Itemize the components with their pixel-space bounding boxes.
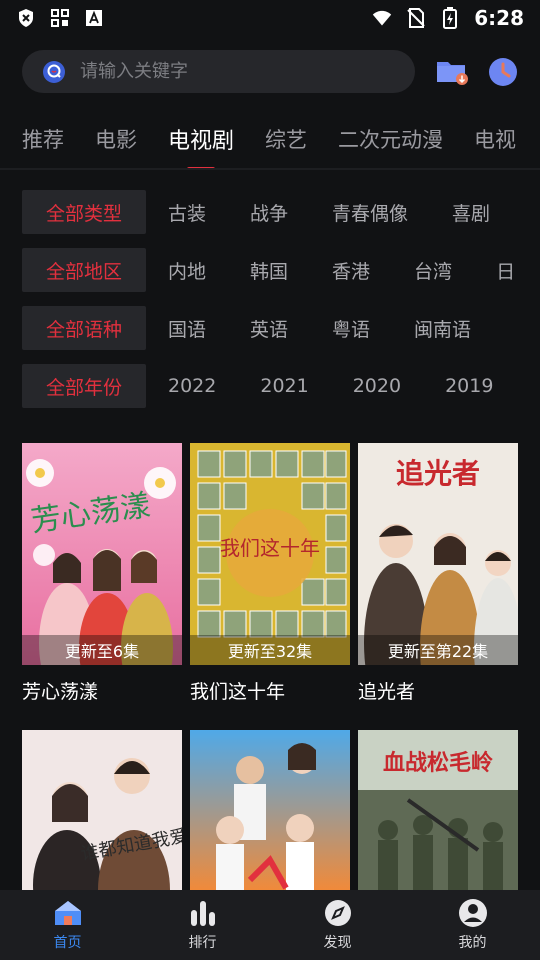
poster-art (190, 730, 350, 890)
poster-art: 芳心荡漾 (22, 443, 182, 665)
series-card[interactable] (190, 730, 350, 890)
poster-image[interactable] (190, 730, 350, 890)
series-card[interactable]: 谁都知道我爱你 (22, 730, 182, 890)
compass-icon (324, 900, 351, 926)
filter-option[interactable]: 英语 (250, 315, 288, 342)
poster-image[interactable]: 我们这十年 更新至32集 (190, 443, 350, 665)
home-icon (54, 901, 81, 925)
nav-ranking[interactable]: 排行 (135, 890, 270, 960)
series-card[interactable]: 我们这十年 更新至32集 我们这十年 (190, 443, 350, 704)
filter-option[interactable]: 闽南语 (414, 315, 471, 342)
search-bar[interactable] (22, 50, 415, 93)
history-button[interactable] (487, 56, 519, 88)
episode-badge: 更新至32集 (190, 635, 350, 665)
poster-art: 追光者 (358, 443, 518, 665)
poster-art: 谁都知道我爱你 (22, 730, 182, 890)
series-title[interactable]: 我们这十年 (190, 677, 350, 704)
battery-charging-icon (440, 7, 460, 29)
filter-row-language: 全部语种 国语 英语 粤语 闽南语 (22, 306, 540, 350)
nav-label: 首页 (53, 935, 82, 951)
poster-title-art: 我们这十年 (220, 536, 320, 560)
series-card[interactable]: 追光者 更新至第22集 追光者 (358, 443, 518, 704)
filter-option[interactable]: 香港 (332, 257, 370, 284)
tab-tv-series[interactable]: 电视剧 (168, 123, 234, 155)
nav-label: 排行 (188, 935, 217, 951)
filter-option[interactable]: 喜剧 (452, 199, 490, 226)
filter-option[interactable]: 韩国 (250, 257, 288, 284)
tab-anime[interactable]: 二次元动漫 (338, 124, 443, 154)
status-bar: 6:28 (0, 0, 540, 36)
filter-option[interactable]: 青春偶像 (332, 199, 408, 226)
poster-title-art: 血战松毛岭 (383, 750, 493, 776)
filter-option[interactable]: 古装 (168, 199, 206, 226)
search-icon (43, 60, 65, 83)
tab-variety[interactable]: 综艺 (265, 124, 307, 154)
filter-option[interactable]: 战争 (250, 199, 288, 226)
filter-option[interactable]: 国语 (168, 315, 206, 342)
no-sim-icon (406, 8, 426, 28)
clock-history-icon (489, 58, 517, 86)
nav-home[interactable]: 首页 (0, 890, 135, 960)
filter-option[interactable]: 2019 (445, 375, 493, 397)
filter-option[interactable]: 内地 (168, 257, 206, 284)
filter-row-region: 全部地区 内地 韩国 香港 台湾 日 (22, 248, 540, 292)
nav-discover[interactable]: 发现 (270, 890, 405, 960)
series-card[interactable]: 血战松毛岭 (358, 730, 518, 890)
filter-row-type: 全部类型 古装 战争 青春偶像 喜剧 (22, 190, 540, 234)
tab-movies[interactable]: 电影 (95, 124, 137, 154)
font-a-icon (84, 8, 104, 28)
user-icon (458, 899, 487, 927)
search-input[interactable] (80, 61, 360, 82)
series-title[interactable]: 追光者 (358, 677, 518, 704)
poster-title-art: 追光者 (396, 457, 480, 490)
filter-option[interactable]: 日 (496, 257, 515, 284)
filter-panel: 全部类型 古装 战争 青春偶像 喜剧 全部地区 内地 韩国 香港 台湾 日 全部… (22, 190, 540, 422)
grid-icon (50, 8, 70, 28)
poster-art: 血战松毛岭 (358, 730, 518, 890)
bottom-navigation: 首页 排行 发现 我的 (0, 890, 540, 960)
filter-region-selected[interactable]: 全部地区 (22, 248, 146, 292)
clock-time: 6:28 (474, 6, 524, 30)
filter-option[interactable]: 2021 (260, 375, 308, 397)
episode-badge: 更新至第22集 (358, 635, 518, 665)
episode-badge: 更新至6集 (22, 635, 182, 665)
nav-label: 发现 (323, 935, 352, 951)
series-card[interactable]: 芳心荡漾 更新至6集 芳心荡漾 (22, 443, 182, 704)
category-tabs: 推荐 电影 电视剧 综艺 二次元动漫 电视 (0, 110, 540, 168)
poster-image[interactable]: 谁都知道我爱你 (22, 730, 182, 890)
poster-art: 我们这十年 (190, 443, 350, 665)
wifi-icon (372, 8, 392, 28)
nav-me[interactable]: 我的 (405, 890, 540, 960)
nav-label: 我的 (458, 935, 487, 951)
filter-option[interactable]: 2020 (353, 375, 401, 397)
poster-image[interactable]: 芳心荡漾 更新至6集 (22, 443, 182, 665)
download-folder-button[interactable] (436, 56, 468, 88)
filter-option[interactable]: 台湾 (414, 257, 452, 284)
series-title[interactable]: 芳心荡漾 (22, 677, 182, 704)
chart-bars-icon (190, 901, 215, 926)
filter-language-selected[interactable]: 全部语种 (22, 306, 146, 350)
filter-type-selected[interactable]: 全部类型 (22, 190, 146, 234)
tabs-divider (0, 168, 540, 170)
folder-download-icon (437, 62, 468, 85)
poster-image[interactable]: 血战松毛岭 (358, 730, 518, 890)
tab-tv-live[interactable]: 电视 (474, 124, 516, 154)
filter-option[interactable]: 2022 (168, 375, 216, 397)
tab-recommend[interactable]: 推荐 (22, 124, 64, 154)
filter-row-year: 全部年份 2022 2021 2020 2019 (22, 364, 540, 408)
filter-option[interactable]: 粤语 (332, 315, 370, 342)
shield-x-icon (16, 8, 36, 28)
filter-year-selected[interactable]: 全部年份 (22, 364, 146, 408)
poster-image[interactable]: 追光者 更新至第22集 (358, 443, 518, 665)
